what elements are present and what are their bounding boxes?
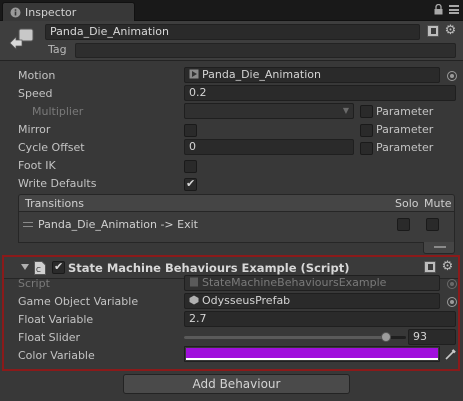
float-slider-fill bbox=[184, 336, 386, 339]
write-defaults-checkbox[interactable] bbox=[184, 177, 197, 191]
help-book-icon[interactable] bbox=[424, 261, 436, 273]
multiplier-parameter-checkbox[interactable] bbox=[360, 105, 373, 118]
remove-transition-button[interactable] bbox=[423, 242, 455, 254]
solo-column-label: Solo bbox=[395, 197, 419, 210]
foldout-arrow-icon[interactable] bbox=[21, 264, 29, 270]
float-slider-label: Float Slider bbox=[18, 331, 81, 344]
dropdown-arrow-icon: ▼ bbox=[342, 106, 349, 115]
tab-strip: Inspector bbox=[0, 0, 463, 21]
color-variable-field[interactable] bbox=[184, 346, 440, 362]
float-variable-label: Float Variable bbox=[18, 313, 94, 326]
info-icon bbox=[10, 7, 21, 18]
animator-state-icon bbox=[9, 28, 34, 50]
prefab-icon bbox=[189, 295, 199, 305]
float-slider-thumb[interactable] bbox=[381, 332, 391, 342]
tab-tools bbox=[434, 4, 459, 15]
mirror-parameter-checkbox[interactable] bbox=[360, 124, 373, 137]
multiplier-dropdown[interactable]: ▼ bbox=[184, 103, 354, 119]
script-label: Script bbox=[18, 277, 50, 290]
cycle-offset-label: Cycle Offset bbox=[18, 141, 85, 154]
color-alpha-bar bbox=[186, 358, 438, 360]
help-book-icon[interactable] bbox=[427, 25, 439, 37]
script-file-icon bbox=[190, 277, 198, 287]
motion-field[interactable]: Panda_Die_Animation bbox=[184, 67, 440, 83]
component-title: State Machine Behaviours Example (Script… bbox=[68, 261, 350, 275]
speed-field[interactable]: 0.2 bbox=[184, 85, 456, 101]
cycle-offset-parameter-label: Parameter bbox=[376, 141, 434, 154]
motion-label: Motion bbox=[18, 69, 56, 82]
gear-icon[interactable]: ⚙ bbox=[441, 260, 454, 274]
write-defaults-label: Write Defaults bbox=[18, 177, 97, 190]
component-enabled-checkbox[interactable] bbox=[52, 260, 65, 274]
header-icons: ⚙ bbox=[427, 24, 457, 38]
multiplier-parameter-label: Parameter bbox=[376, 105, 434, 118]
multiplier-label: Multiplier bbox=[32, 105, 84, 118]
transitions-title: Transitions bbox=[25, 197, 84, 210]
tab-inspector[interactable]: Inspector bbox=[2, 2, 135, 21]
float-slider-track[interactable] bbox=[184, 332, 406, 342]
transition-mute-checkbox[interactable] bbox=[426, 218, 439, 231]
minus-icon bbox=[434, 246, 446, 248]
cycle-offset-parameter-checkbox[interactable] bbox=[360, 142, 373, 155]
multiplier-row: Multiplier ▼ Parameter bbox=[0, 103, 463, 121]
speed-row: Speed 0.2 bbox=[0, 85, 463, 103]
transitions-list: Transitions Solo Mute Panda_Die_Animatio… bbox=[18, 194, 455, 254]
color-variable-label: Color Variable bbox=[18, 349, 95, 362]
speed-label: Speed bbox=[18, 87, 53, 100]
animation-clip-icon bbox=[189, 69, 199, 79]
script-row: Script StateMachineBehavioursExample bbox=[0, 275, 463, 293]
color-swatch bbox=[186, 348, 438, 358]
write-defaults-row: Write Defaults bbox=[0, 175, 463, 193]
float-variable-field[interactable]: 2.7 bbox=[184, 311, 456, 327]
mirror-checkbox[interactable] bbox=[184, 124, 197, 137]
object-picker-icon[interactable] bbox=[447, 71, 457, 81]
float-variable-row: Float Variable 2.7 bbox=[0, 311, 463, 329]
svg-text:C: C bbox=[36, 266, 41, 274]
tab-label: Inspector bbox=[25, 6, 77, 19]
state-header: Panda_Die_Animation Tag ⚙ bbox=[0, 21, 463, 61]
state-name-field[interactable]: Panda_Die_Animation bbox=[45, 24, 420, 40]
script-value: StateMachineBehavioursExample bbox=[202, 276, 387, 289]
mirror-row: Mirror Parameter bbox=[0, 121, 463, 139]
cycle-offset-row: Cycle Offset 0 Parameter bbox=[0, 139, 463, 157]
add-behaviour-button[interactable]: Add Behaviour bbox=[123, 374, 350, 394]
cycle-offset-field[interactable]: 0 bbox=[184, 139, 354, 155]
transition-label: Panda_Die_Animation -> Exit bbox=[38, 218, 198, 231]
drag-handle-icon[interactable] bbox=[23, 222, 33, 227]
component-icons: ⚙ bbox=[424, 260, 454, 274]
motion-value: Panda_Die_Animation bbox=[202, 68, 321, 81]
motion-row: Motion Panda_Die_Animation bbox=[0, 67, 463, 85]
list-item[interactable]: Panda_Die_Animation -> Exit bbox=[19, 216, 454, 234]
transition-solo-checkbox[interactable] bbox=[397, 218, 410, 231]
mute-column-label: Mute bbox=[424, 197, 452, 210]
object-picker-icon[interactable] bbox=[447, 297, 457, 307]
menu-icon[interactable] bbox=[449, 5, 459, 14]
inspector-panel: Panda_Die_Animation Tag ⚙ Motion Panda_D… bbox=[0, 21, 463, 401]
tag-field[interactable] bbox=[75, 43, 456, 58]
eyedropper-icon[interactable] bbox=[444, 347, 458, 361]
foot-ik-row: Foot IK bbox=[0, 157, 463, 175]
object-picker-icon bbox=[447, 279, 457, 289]
transitions-header: Transitions Solo Mute bbox=[18, 194, 455, 212]
foot-ik-checkbox[interactable] bbox=[184, 160, 197, 173]
game-object-variable-field[interactable]: OdysseusPrefab bbox=[184, 293, 440, 309]
lock-icon[interactable] bbox=[434, 4, 443, 15]
transitions-body: Panda_Die_Animation -> Exit bbox=[18, 212, 455, 243]
game-object-variable-value: OdysseusPrefab bbox=[202, 294, 291, 307]
script-field: StateMachineBehavioursExample bbox=[184, 275, 440, 291]
tag-label: Tag bbox=[48, 43, 67, 56]
cs-script-icon: C bbox=[34, 261, 46, 275]
gear-icon[interactable]: ⚙ bbox=[444, 24, 457, 38]
mirror-label: Mirror bbox=[18, 123, 51, 136]
game-object-variable-row: Game Object Variable OdysseusPrefab bbox=[0, 293, 463, 311]
foot-ik-label: Foot IK bbox=[18, 159, 56, 172]
float-slider-value-field[interactable]: 93 bbox=[408, 329, 456, 345]
game-object-variable-label: Game Object Variable bbox=[18, 295, 139, 308]
mirror-parameter-label: Parameter bbox=[376, 123, 434, 136]
